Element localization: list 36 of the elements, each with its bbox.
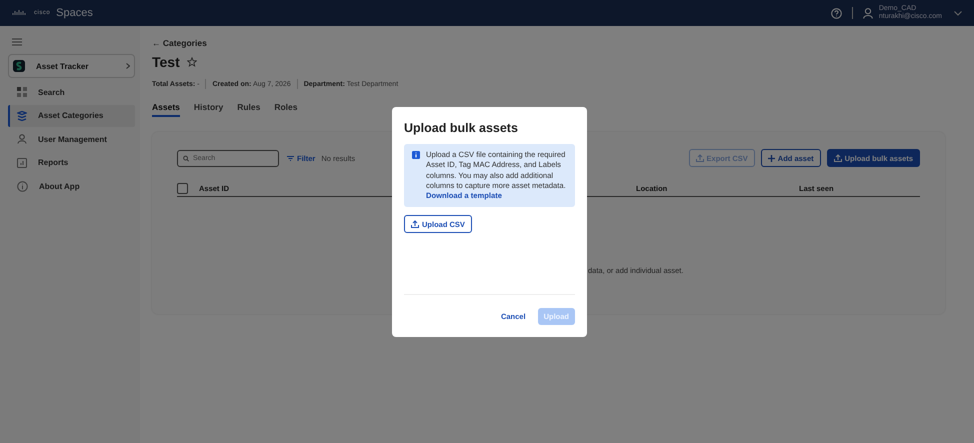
back-link[interactable]: ← Categories (152, 38, 945, 48)
search-icon (183, 154, 189, 162)
menu-icon[interactable] (12, 38, 22, 46)
app-switcher-label: Asset Tracker (36, 62, 90, 70)
tab[interactable]: Roles (274, 101, 298, 117)
user-icon[interactable] (862, 8, 873, 18)
app-switcher[interactable]: Asset Tracker (8, 54, 135, 78)
logo-icon (12, 10, 26, 16)
grid-icon (17, 87, 27, 97)
info-icon (412, 151, 420, 159)
sidebar-item[interactable]: Search (8, 81, 135, 103)
tab[interactable]: Rules (237, 101, 260, 117)
upload-icon (411, 220, 419, 228)
dialog-title: Upload bulk assets (404, 121, 519, 135)
user-icon (17, 134, 27, 144)
chart-icon (17, 158, 27, 168)
sidebar-item[interactable]: User Management (8, 128, 135, 150)
info-icon (17, 180, 28, 192)
upload-icon (696, 154, 704, 162)
page-title: Test (152, 54, 180, 70)
star-icon[interactable] (186, 57, 197, 67)
app-name: Spaces (56, 7, 93, 19)
sidebar-item[interactable]: About App (8, 175, 135, 197)
tab[interactable]: Assets (152, 101, 180, 117)
sidebar-item[interactable]: Asset Categories (8, 104, 135, 126)
app-logo-icon (13, 60, 25, 72)
filter-icon (287, 156, 294, 160)
layers-icon (17, 110, 27, 120)
chevron-down-icon[interactable] (954, 10, 962, 16)
chevron-right-icon (126, 63, 130, 69)
select-all-checkbox[interactable] (177, 182, 188, 194)
sidebar-item[interactable]: Reports (8, 152, 135, 174)
plus-icon (768, 154, 775, 162)
help-icon[interactable] (830, 8, 842, 18)
upload-icon (834, 154, 842, 162)
tab[interactable]: History (194, 101, 224, 117)
